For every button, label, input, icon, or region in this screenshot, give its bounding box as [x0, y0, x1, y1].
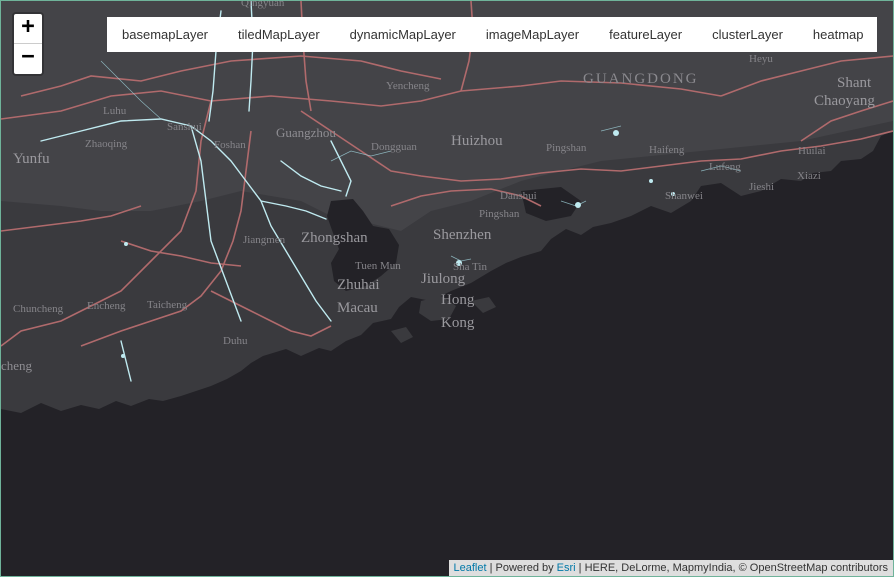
label-jiangmen: Jiangmen: [243, 234, 286, 246]
label-sanshui: Sanshui: [167, 121, 202, 133]
label-heyuan: Heyu: [749, 53, 773, 65]
label-zhaoqing: Zhaoqing: [85, 138, 128, 150]
label-jiulong: Jiulong: [421, 271, 466, 287]
layer-option-image-map[interactable]: imageMapLayer: [486, 27, 579, 42]
label-jiangcheng: cheng: [1, 358, 33, 373]
layer-option-tiled-map[interactable]: tiledMapLayer: [238, 27, 320, 42]
label-lufeng: Lufeng: [709, 161, 741, 173]
label-yunfu: Yunfu: [13, 151, 50, 167]
label-guangzhou: Guangzhou: [276, 125, 336, 140]
label-chuncheng: Chuncheng: [13, 303, 64, 315]
label-danshui: Danshui: [500, 190, 537, 202]
layer-option-heatmap[interactable]: heatmap: [813, 27, 864, 42]
map-container[interactable]: Qingyuan GUANGDONG Heyu Shant Chaoyang Y…: [0, 0, 894, 577]
label-macau: Macau: [337, 300, 378, 316]
label-huilai: Huilai: [798, 145, 826, 157]
label-jieshi: Jieshi: [749, 181, 775, 193]
basemap-tiles[interactable]: [1, 1, 893, 576]
label-hong: Hong: [441, 292, 475, 308]
label-luhu: Luhu: [103, 105, 127, 117]
label-dongguan: Dongguan: [371, 141, 417, 153]
layer-option-dynamic-map[interactable]: dynamicMapLayer: [350, 27, 456, 42]
label-xiazi: Xiazi: [797, 170, 821, 182]
label-shanwei: Shanwei: [665, 190, 703, 202]
label-foshan: Foshan: [214, 139, 246, 151]
zoom-out-button[interactable]: −: [14, 44, 42, 73]
attribution-sources-text: | HERE, DeLorme, MapmyIndia, © OpenStree…: [575, 562, 888, 574]
label-taicheng: Taicheng: [147, 299, 188, 311]
label-pingshan-south: Pingshan: [479, 208, 520, 220]
label-huizhou: Huizhou: [451, 133, 503, 149]
label-yencheng: Yencheng: [386, 80, 430, 92]
layer-option-basemap[interactable]: basemapLayer: [122, 27, 208, 42]
label-tuen-mun: Tuen Mun: [355, 260, 401, 272]
label-duhu: Duhu: [223, 335, 248, 347]
zoom-in-button[interactable]: +: [14, 14, 42, 44]
label-zhuhai: Zhuhai: [337, 277, 380, 293]
label-zhongshan: Zhongshan: [301, 230, 368, 246]
attribution-powered-text: | Powered by: [486, 562, 557, 574]
label-province-guangdong: GUANGDONG: [583, 71, 699, 87]
label-kong: Kong: [441, 315, 475, 331]
esri-link[interactable]: Esri: [557, 562, 576, 574]
label-shantou: Shant: [837, 75, 872, 91]
zoom-control: + −: [12, 12, 44, 76]
layer-selector-bar: basemapLayer tiledMapLayer dynamicMapLay…: [107, 17, 877, 52]
label-pingshan-north: Pingshan: [546, 142, 587, 154]
attribution-bar: Leaflet | Powered by Esri | HERE, DeLorm…: [448, 560, 893, 576]
label-shenzhen: Shenzhen: [433, 227, 492, 243]
layer-option-feature[interactable]: featureLayer: [609, 27, 682, 42]
label-encheng: Encheng: [87, 300, 126, 312]
label-qingyuan: Qingyuan: [241, 0, 285, 9]
label-haifeng: Haifeng: [649, 144, 685, 156]
leaflet-link[interactable]: Leaflet: [454, 562, 487, 574]
layer-option-cluster[interactable]: clusterLayer: [712, 27, 783, 42]
label-chaoyang: Chaoyang: [814, 93, 875, 109]
